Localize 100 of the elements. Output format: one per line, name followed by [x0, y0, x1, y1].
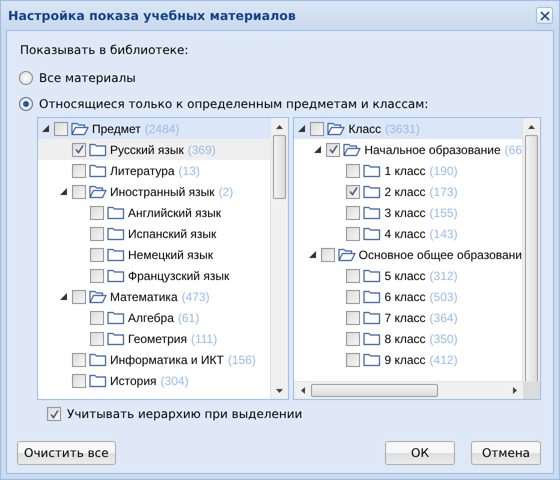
checkbox[interactable]	[346, 332, 360, 346]
folder-icon	[89, 352, 107, 366]
tree-row[interactable]: 2 класс (173)	[294, 181, 522, 202]
tree-row[interactable]: Русский язык (369)	[38, 139, 270, 160]
checkbox[interactable]	[72, 184, 86, 198]
scroll-down-arrow-icon[interactable]	[276, 388, 284, 392]
tree-item-label: Русский язык	[110, 142, 184, 156]
tree-row[interactable]: 3 класс (155)	[294, 202, 522, 223]
tree-row[interactable]: Испанский язык	[38, 223, 270, 244]
checkbox[interactable]	[90, 310, 104, 324]
expand-arrow-icon[interactable]	[60, 293, 67, 300]
tree-row[interactable]: 8 класс (350)	[294, 328, 522, 349]
folder-icon	[107, 332, 125, 346]
tree-row[interactable]: Математика (473)	[38, 286, 270, 307]
checkbox[interactable]	[90, 206, 104, 220]
tree-item-label: 5 класс	[384, 268, 426, 282]
checkbox[interactable]	[72, 142, 86, 156]
tree-row[interactable]: Предмет (2484)	[38, 118, 270, 139]
checkbox[interactable]	[346, 226, 360, 240]
scrollbar-thumb[interactable]	[311, 384, 438, 397]
folder-icon	[107, 248, 125, 262]
tree-row[interactable]: Алгебра (61)	[38, 307, 270, 328]
expand-arrow-icon[interactable]	[308, 251, 316, 258]
tree-row[interactable]: Начальное образование (66	[294, 139, 522, 160]
tree-row[interactable]: 7 класс (364)	[294, 307, 522, 328]
expand-arrow-icon[interactable]	[60, 188, 67, 195]
checkbox[interactable]	[346, 268, 360, 282]
folder-icon	[363, 290, 382, 304]
item-count: (304)	[160, 374, 189, 388]
checkbox[interactable]	[310, 122, 324, 136]
tree-row[interactable]: Литература (13)	[38, 160, 270, 181]
close-button[interactable]	[536, 7, 553, 24]
vertical-scrollbar[interactable]	[522, 118, 540, 381]
checkbox[interactable]	[72, 352, 86, 366]
tree-row[interactable]: 4 класс (143)	[294, 223, 522, 244]
radio-button[interactable]	[19, 71, 33, 85]
radio-label: Относящиеся только к определенным предметам и классам:	[39, 97, 428, 111]
tree-row[interactable]: 5 класс (312)	[294, 265, 522, 286]
tree-row[interactable]: Основное общее образовани	[294, 244, 522, 265]
folder-icon	[107, 206, 125, 220]
scroll-up-arrow-icon[interactable]	[276, 124, 284, 128]
scrollbar-thumb[interactable]	[273, 135, 286, 199]
scrollbar-thumb[interactable]	[525, 135, 538, 382]
open-folder-icon	[89, 184, 107, 198]
scroll-up-arrow-icon[interactable]	[528, 124, 535, 128]
scroll-left-arrow-icon[interactable]	[300, 387, 305, 394]
item-count: (190)	[430, 164, 458, 178]
item-count: (350)	[430, 332, 458, 346]
expand-arrow-icon[interactable]	[42, 125, 49, 132]
folder-icon	[363, 226, 382, 240]
item-count: (503)	[430, 290, 458, 304]
clear-all-button[interactable]: Очистить все	[17, 441, 116, 465]
tree-row[interactable]: Французский язык	[38, 265, 270, 286]
tree-row[interactable]: Информатика и ИКТ (156)	[38, 349, 270, 370]
checkbox[interactable]	[72, 290, 86, 304]
radio-button[interactable]	[19, 97, 33, 111]
checkbox[interactable]	[326, 142, 340, 156]
dialog-button[interactable]: Отмена	[471, 441, 541, 465]
tree-item-label: Алгебра	[128, 310, 174, 324]
tree-row[interactable]: История (304)	[38, 370, 270, 391]
checkbox[interactable]	[90, 248, 104, 262]
folder-icon	[107, 310, 125, 324]
tree-row[interactable]: 1 класс (190)	[294, 160, 522, 181]
open-folder-icon	[71, 122, 89, 136]
library-label: Показывать в библиотеке:	[20, 43, 190, 59]
tree-item-label: 1 класс	[384, 164, 426, 178]
checkbox[interactable]	[90, 332, 104, 346]
tree-row[interactable]: Геометрия (111)	[38, 328, 270, 349]
checkbox[interactable]	[47, 407, 61, 421]
tree-row[interactable]: Немецкий язык	[38, 244, 270, 265]
checkbox[interactable]	[72, 374, 86, 388]
expand-arrow-icon[interactable]	[314, 146, 322, 153]
tree-row[interactable]: Английский язык	[38, 202, 270, 223]
open-folder-icon	[89, 290, 107, 304]
tree-item-label: 7 класс	[384, 310, 426, 324]
checkbox[interactable]	[346, 290, 360, 304]
tree-row[interactable]: 6 класс (503)	[294, 286, 522, 307]
item-count: (66	[504, 142, 522, 156]
tree-item-label: Основное общее образовани	[358, 248, 522, 262]
dialog-button[interactable]: ОК	[385, 441, 455, 465]
horizontal-scrollbar[interactable]	[294, 381, 540, 399]
tree-item-label: 8 класс	[384, 332, 426, 346]
checkbox[interactable]	[72, 164, 86, 178]
checkbox[interactable]	[346, 352, 360, 366]
tree-row[interactable]: Класс (3631)	[294, 118, 522, 139]
vertical-scrollbar[interactable]	[270, 118, 288, 399]
checkbox[interactable]	[320, 248, 335, 262]
checkbox[interactable]	[346, 206, 360, 220]
scroll-right-arrow-icon[interactable]	[512, 387, 516, 394]
checkbox[interactable]	[54, 122, 68, 136]
checkbox[interactable]	[346, 184, 360, 198]
item-count: (369)	[188, 142, 216, 156]
checkbox[interactable]	[346, 310, 360, 324]
checkbox[interactable]	[90, 268, 104, 282]
tree-row[interactable]: 9 класс (412)	[294, 349, 522, 370]
folder-icon	[363, 352, 382, 366]
checkbox[interactable]	[90, 226, 104, 240]
checkbox[interactable]	[346, 164, 360, 178]
expand-arrow-icon[interactable]	[298, 125, 306, 132]
tree-row[interactable]: Иностранный язык (2)	[38, 181, 270, 202]
